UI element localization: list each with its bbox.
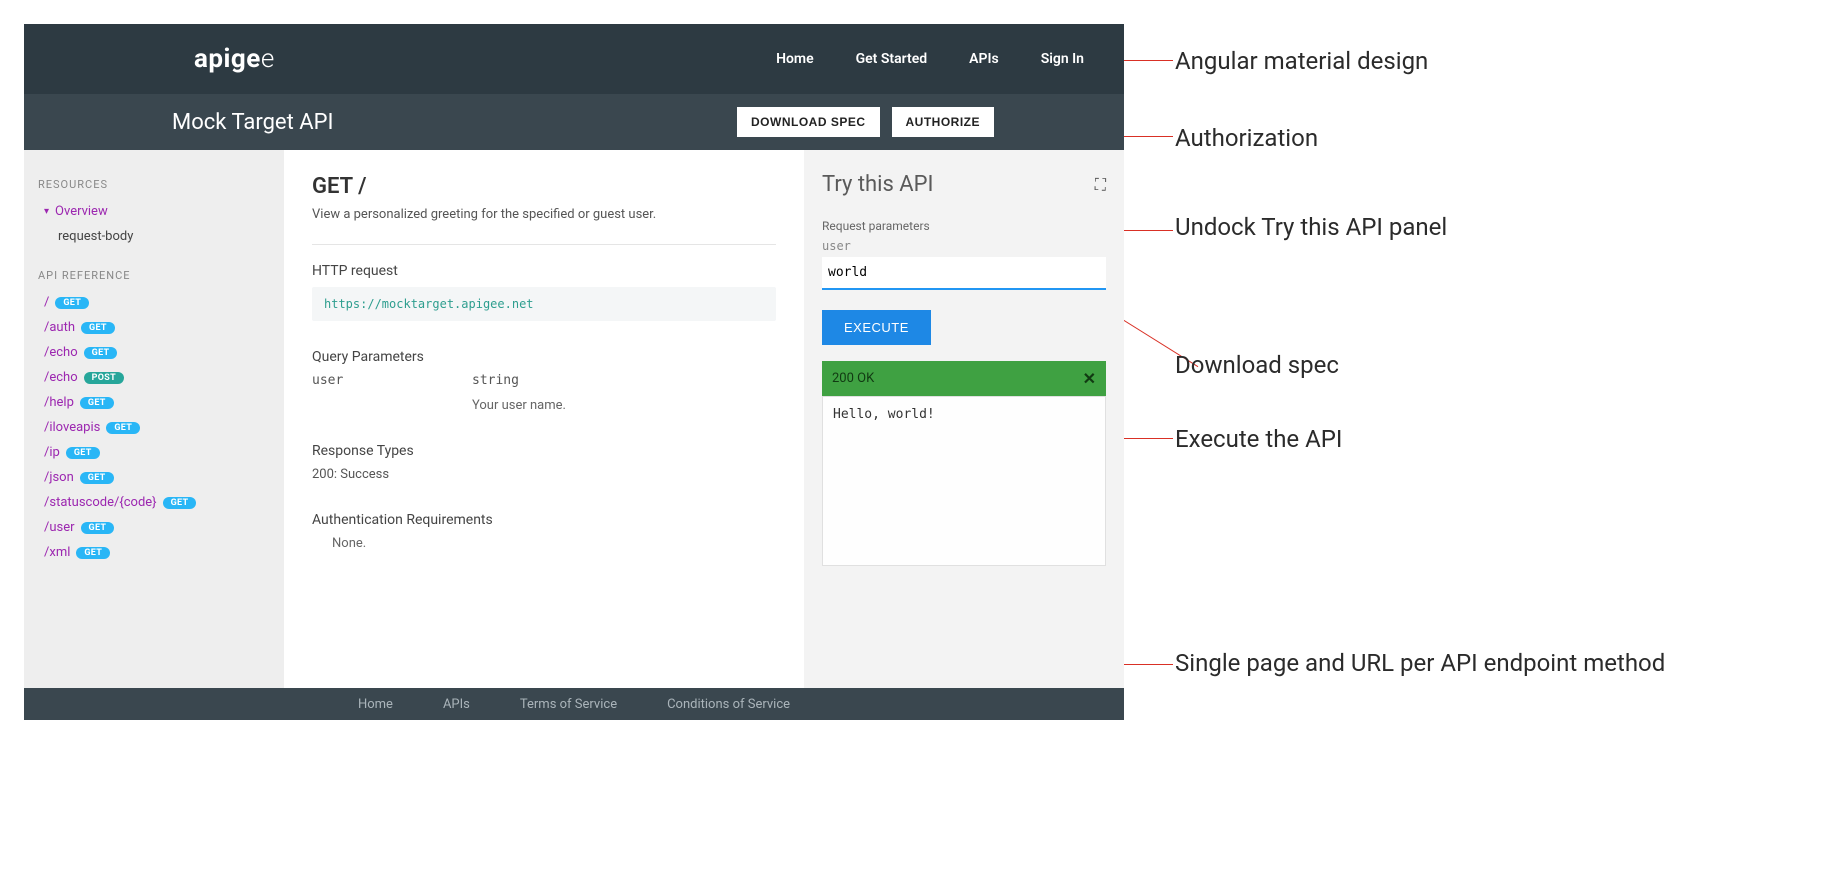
annotation-undock: Undock Try this API panel (1175, 212, 1775, 243)
sidebar-item-label: request-body (58, 229, 133, 244)
top-nav-links: Home Get Started APIs Sign In (776, 51, 1084, 67)
method-badge: GET (81, 322, 115, 334)
footer-tos[interactable]: Terms of Service (520, 697, 617, 712)
sidebar-item-request-body[interactable]: request-body (38, 224, 270, 249)
annotation-authorization: Authorization (1175, 123, 1775, 154)
app-frame: apigee Home Get Started APIs Sign In Moc… (24, 24, 1124, 720)
http-request-label: HTTP request (312, 263, 776, 279)
param-desc: Your user name. (312, 398, 776, 413)
response-body: Hello, world! (822, 396, 1106, 566)
top-nav: apigee Home Get Started APIs Sign In (24, 24, 1124, 94)
try-panel: Try this API ⛶ Request parameters user E… (804, 150, 1124, 688)
endpoint-path: /ip (44, 445, 60, 460)
sidebar-heading-resources: RESOURCES (38, 178, 270, 191)
auth-req-label: Authentication Requirements (312, 512, 776, 528)
method-badge: GET (76, 547, 110, 559)
footer: Home APIs Terms of Service Conditions of… (24, 688, 1124, 720)
footer-home[interactable]: Home (358, 697, 393, 712)
method-badge: GET (81, 522, 115, 534)
method-badge: GET (80, 472, 114, 484)
endpoint-path: /echo (44, 345, 78, 360)
brand-bold: apige (194, 44, 261, 74)
content: GET / View a personalized greeting for t… (284, 150, 804, 688)
sidebar-heading-apiref: API REFERENCE (38, 269, 270, 282)
method-badge: POST (84, 372, 124, 384)
titlebar: Mock Target API DOWNLOAD SPEC AUTHORIZE (24, 94, 1124, 150)
sidebar-endpoint[interactable]: /echo GET (38, 340, 270, 365)
param-name: user (312, 373, 372, 388)
endpoint-path: /json (44, 470, 74, 485)
sidebar-item-overview[interactable]: ▾ Overview (38, 199, 270, 224)
undock-icon[interactable]: ⛶ (1095, 175, 1106, 195)
divider (312, 244, 776, 245)
endpoint-path: /user (44, 520, 75, 535)
sidebar-endpoint[interactable]: /statuscode/{code} GET (38, 490, 270, 515)
nav-signin[interactable]: Sign In (1041, 51, 1084, 67)
brand-light: e (261, 44, 275, 74)
sidebar-endpoint[interactable]: /ip GET (38, 440, 270, 465)
method-badge: GET (106, 422, 140, 434)
status-text: 200 OK (832, 371, 874, 386)
annotation-download-spec: Download spec (1175, 350, 1775, 381)
close-icon[interactable]: ✕ (1083, 369, 1096, 388)
method-badge: GET (55, 297, 89, 309)
response-types-value: 200: Success (312, 467, 776, 482)
endpoint-path: /help (44, 395, 74, 410)
param-type: string (472, 373, 519, 388)
sidebar-endpoint[interactable]: /auth GET (38, 315, 270, 340)
sidebar-item-label: Overview (55, 204, 108, 219)
endpoint-list: /GET/authGET/echoGET/echoPOST/helpGET/il… (38, 290, 270, 565)
sidebar-endpoint[interactable]: /user GET (38, 515, 270, 540)
annotation-single-page: Single page and URL per API endpoint met… (1175, 648, 1775, 679)
endpoint-path: /echo (44, 370, 78, 385)
endpoint-path: /xml (44, 545, 70, 560)
nav-apis[interactable]: APIs (969, 51, 999, 67)
endpoint-path: /auth (44, 320, 75, 335)
request-params-label: Request parameters (822, 219, 1106, 233)
http-request-url: https://mocktarget.apigee.net (312, 287, 776, 321)
try-panel-header: Try this API ⛶ (822, 172, 1106, 197)
brand-logo[interactable]: apigee (194, 44, 275, 74)
annotation-execute: Execute the API (1175, 424, 1775, 455)
method-badge: GET (163, 497, 197, 509)
method-badge: GET (80, 397, 114, 409)
endpoint-path: / (44, 295, 49, 310)
response-status: 200 OK ✕ (822, 361, 1106, 396)
response-types-label: Response Types (312, 443, 776, 459)
param-label: user (822, 239, 1106, 253)
method-badge: GET (84, 347, 118, 359)
footer-cos[interactable]: Conditions of Service (667, 697, 790, 712)
sidebar-endpoint[interactable]: /iloveapis GET (38, 415, 270, 440)
execute-button[interactable]: EXECUTE (822, 310, 931, 345)
sidebar-endpoint[interactable]: /xml GET (38, 540, 270, 565)
query-params-label: Query Parameters (312, 349, 776, 365)
sidebar-endpoint[interactable]: / GET (38, 290, 270, 315)
sidebar-endpoint[interactable]: /echo POST (38, 365, 270, 390)
endpoint-title: GET / (312, 174, 776, 199)
try-panel-title: Try this API (822, 172, 934, 197)
sidebar: RESOURCES ▾ Overview request-body API RE… (24, 150, 284, 688)
endpoint-description: View a personalized greeting for the spe… (312, 207, 776, 222)
endpoint-path: /iloveapis (44, 420, 100, 435)
method-badge: GET (66, 447, 100, 459)
authorize-button[interactable]: AUTHORIZE (892, 107, 995, 137)
annotation-angular: Angular material design (1175, 46, 1775, 77)
download-spec-button[interactable]: DOWNLOAD SPEC (737, 107, 880, 137)
caret-icon: ▾ (44, 206, 49, 217)
nav-get-started[interactable]: Get Started (856, 51, 928, 67)
api-title: Mock Target API (172, 110, 333, 135)
footer-apis[interactable]: APIs (443, 697, 470, 712)
user-input[interactable] (822, 257, 1106, 290)
sidebar-endpoint[interactable]: /json GET (38, 465, 270, 490)
sidebar-endpoint[interactable]: /help GET (38, 390, 270, 415)
titlebar-buttons: DOWNLOAD SPEC AUTHORIZE (737, 107, 1104, 137)
endpoint-path: /statuscode/{code} (44, 495, 157, 510)
nav-home[interactable]: Home (776, 51, 814, 67)
auth-req-value: None. (312, 536, 776, 551)
main-area: RESOURCES ▾ Overview request-body API RE… (24, 150, 1124, 688)
param-row: user string (312, 373, 776, 388)
